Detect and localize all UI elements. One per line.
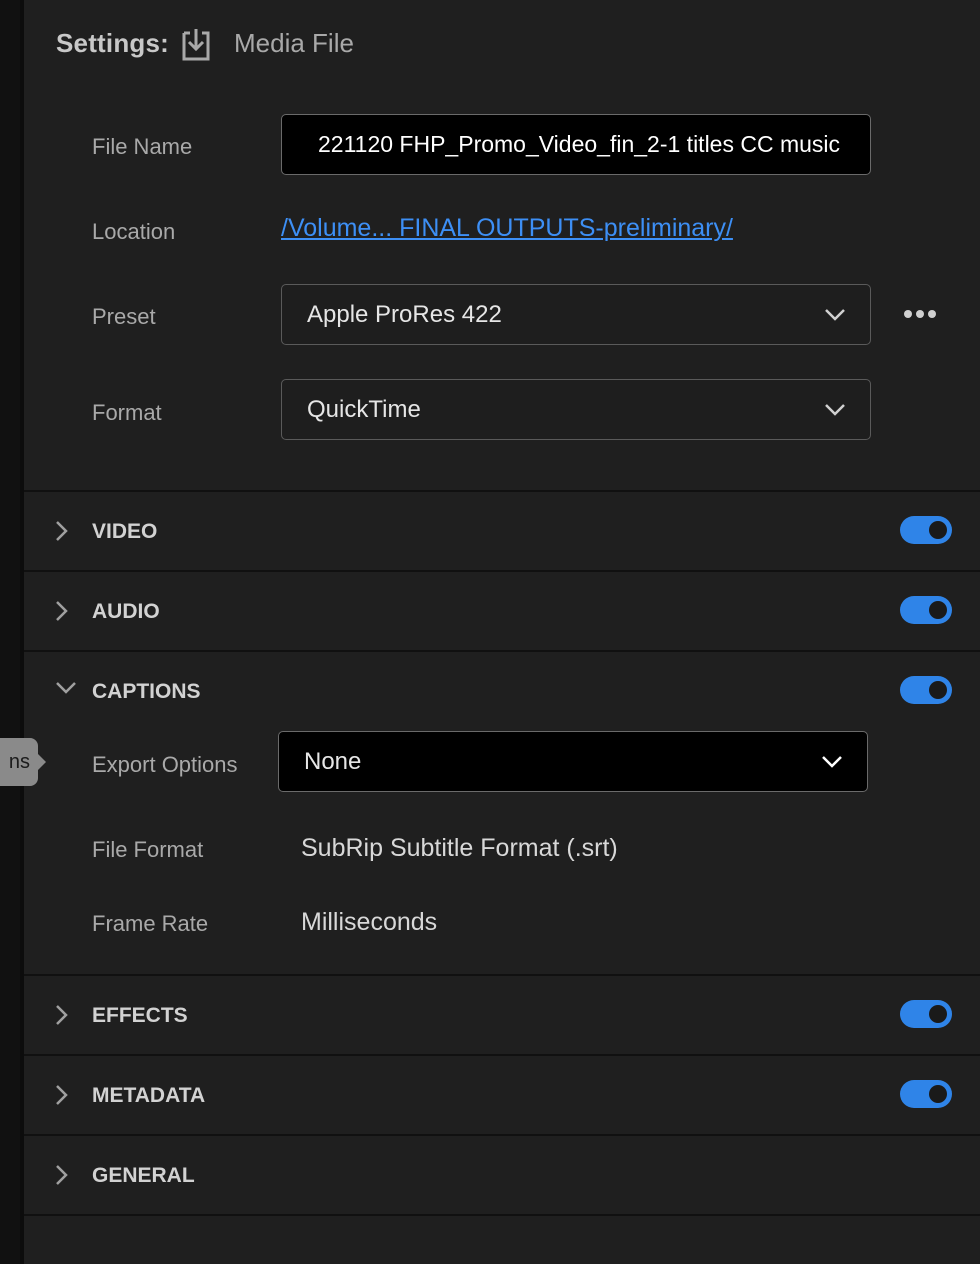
frame-rate-value: Milliseconds — [301, 908, 438, 936]
section-divider — [24, 974, 980, 976]
location-label: Location — [92, 219, 176, 244]
chevron-right-icon — [56, 1085, 68, 1105]
file-name-input[interactable]: 221120 FHP_Promo_Video_fin_2-1 titles CC… — [281, 114, 871, 175]
section-divider — [24, 1054, 980, 1056]
section-divider — [24, 490, 980, 492]
video-toggle[interactable] — [900, 516, 952, 544]
preset-label: Preset — [92, 304, 156, 329]
preset-value: Apple ProRes 422 — [307, 300, 502, 328]
media-file-label: Media File — [234, 28, 354, 58]
effects-section-title: EFFECTS — [92, 1004, 188, 1027]
file-name-label: File Name — [92, 134, 193, 159]
toggle-knob — [929, 601, 947, 619]
export-options-dropdown[interactable]: None — [278, 731, 868, 792]
toggle-knob — [929, 681, 947, 699]
export-settings-panel — [24, 0, 980, 1264]
side-tooltip-text: ns — [8, 751, 30, 773]
export-options-value: None — [304, 747, 362, 775]
effects-toggle[interactable] — [900, 1000, 952, 1028]
preset-dropdown[interactable]: Apple ProRes 422 — [281, 284, 871, 345]
toggle-knob — [929, 521, 947, 539]
general-section-title: GENERAL — [92, 1164, 195, 1187]
chevron-down-icon — [56, 682, 76, 694]
chevron-right-icon — [56, 1005, 68, 1025]
chevron-right-icon — [56, 521, 68, 541]
chevron-down-icon — [825, 308, 845, 321]
metadata-toggle[interactable] — [900, 1080, 952, 1108]
toggle-knob — [929, 1085, 947, 1103]
section-divider — [24, 1134, 980, 1136]
metadata-section-title: METADATA — [92, 1084, 206, 1107]
chevron-right-icon — [56, 601, 68, 621]
captions-toggle[interactable] — [900, 676, 952, 704]
left-panel-edge — [0, 0, 20, 1264]
chevron-down-icon — [822, 755, 842, 768]
section-divider — [24, 650, 980, 652]
format-dropdown[interactable]: QuickTime — [281, 379, 871, 440]
captions-section-title: CAPTIONS — [92, 680, 201, 703]
audio-toggle[interactable] — [900, 596, 952, 624]
video-section-title: VIDEO — [92, 520, 158, 543]
location-link[interactable]: /Volume... FINAL OUTPUTS-preliminary/ — [281, 214, 733, 243]
toggle-knob — [929, 1005, 947, 1023]
export-options-label: Export Options — [92, 752, 238, 777]
format-label: Format — [92, 400, 162, 425]
file-name-value: 221120 FHP_Promo_Video_fin_2-1 titles CC… — [318, 131, 846, 157]
section-divider — [24, 570, 980, 572]
frame-rate-label: Frame Rate — [92, 911, 209, 936]
more-horizontal-icon[interactable] — [900, 305, 940, 323]
file-format-value: SubRip Subtitle Format (.srt) — [301, 834, 618, 862]
settings-heading: Settings: — [56, 28, 170, 58]
file-format-label: File Format — [92, 837, 204, 862]
format-value: QuickTime — [307, 395, 421, 423]
section-divider — [24, 1214, 980, 1216]
chevron-down-icon — [825, 403, 845, 416]
audio-section-title: AUDIO — [92, 600, 160, 623]
chevron-right-icon — [56, 1165, 68, 1185]
download-to-tray-icon — [182, 29, 210, 61]
